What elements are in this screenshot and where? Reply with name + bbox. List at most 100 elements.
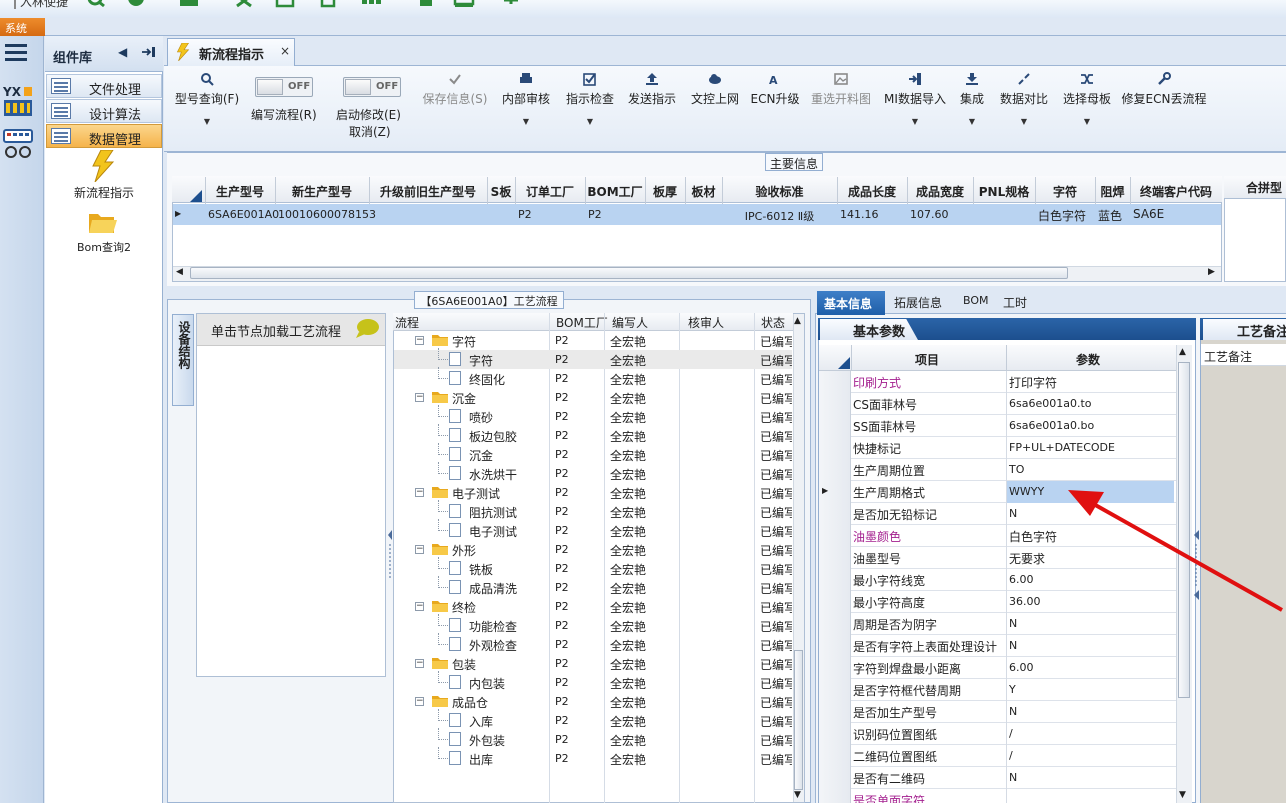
folder-icon — [432, 696, 448, 707]
col-4: 订单工厂 — [525, 185, 574, 199]
library-item-file[interactable]: 文件处理 — [46, 74, 162, 98]
param-row[interactable]: SS面菲林号 6sa6e001a0.bo — [819, 415, 1176, 437]
monitor-icon[interactable] — [453, 0, 475, 8]
new-flow-shortcut-label[interactable]: 新流程指示 — [45, 184, 163, 201]
tree-scrollbar-thumb[interactable] — [794, 650, 803, 790]
copy-icon[interactable] — [318, 0, 340, 8]
lock-icon[interactable] — [415, 0, 437, 8]
tree-line — [438, 416, 448, 417]
param-row[interactable]: 字符到焊盘最小距离 6.00 — [819, 657, 1176, 679]
splitter-handle[interactable] — [388, 530, 392, 580]
param-row[interactable]: 周期是否为阴字 N — [819, 613, 1176, 635]
chevron-down-icon[interactable]: ▼ — [1042, 117, 1132, 126]
param-value-cell[interactable] — [1006, 679, 1174, 701]
folder-icon — [432, 658, 448, 669]
param-value-cell[interactable] — [1006, 459, 1174, 481]
apps-icon[interactable] — [360, 0, 382, 8]
library-item-algorithm[interactable]: 设计算法 — [46, 99, 162, 123]
param-key: 是否有二维码 — [853, 772, 926, 786]
param-value-cell[interactable] — [1006, 613, 1174, 635]
param-value-cell[interactable] — [1006, 745, 1174, 767]
param-value-cell[interactable] — [1006, 635, 1174, 657]
folder-open-icon[interactable] — [88, 209, 118, 235]
param-row[interactable]: 是否加生产型号 N — [819, 701, 1176, 723]
param-row[interactable]: 印刷方式 打印字符 — [819, 371, 1176, 393]
flow-node-label: 板边包胶 — [469, 430, 518, 444]
collapse-icon[interactable]: − — [415, 336, 424, 345]
param-row[interactable]: 快捷标记 FP+UL+DATECODE — [819, 437, 1176, 459]
yx-app-icon[interactable]: YX — [2, 84, 34, 118]
param-value: Y — [1009, 683, 1016, 696]
col-2: 升级前旧生产型号 — [379, 185, 476, 199]
file-icon — [449, 352, 461, 366]
collapse-icon[interactable]: − — [415, 488, 424, 497]
lightning-icon[interactable] — [91, 150, 115, 182]
tab-bom[interactable]: BOM — [963, 294, 989, 307]
param-row[interactable]: 识别码位置图纸 / — [819, 723, 1176, 745]
scroll-down-icon[interactable]: ▼ — [1179, 790, 1186, 800]
param-key: 字符到焊盘最小距离 — [853, 662, 962, 676]
scroll-up-icon[interactable]: ▲ — [794, 316, 801, 326]
list-icon — [51, 128, 71, 144]
craft-notes-field[interactable]: 工艺备注 — [1201, 344, 1286, 366]
param-row[interactable]: 是否有二维码 N — [819, 767, 1176, 789]
collapse-icon[interactable]: − — [415, 393, 424, 402]
scroll-up-icon[interactable]: ▲ — [1179, 347, 1186, 357]
write-flow-toggle[interactable]: OFF — [255, 77, 313, 97]
type-query-button[interactable]: 型号查询(F) ▼ — [162, 72, 252, 126]
chevron-down-icon[interactable]: ▼ — [162, 117, 252, 126]
row-indicator — [819, 723, 851, 745]
param-row[interactable]: 是否有字符上表面处理设计 N — [819, 635, 1176, 657]
param-value: 6sa6e001a0.bo — [1009, 419, 1095, 432]
scroll-left-icon[interactable]: ◀ — [176, 267, 183, 277]
param-value-cell[interactable] — [1006, 789, 1174, 803]
param-key: 二维码位置图纸 — [853, 750, 938, 764]
param-row[interactable]: 是否字符框代替周期 Y — [819, 679, 1176, 701]
scroll-right-icon[interactable]: ▶ — [1208, 267, 1215, 277]
param-row[interactable]: 生产周期位置 TO — [819, 459, 1176, 481]
save-icon[interactable] — [274, 0, 296, 8]
flow-node-label: 外形 — [452, 544, 477, 558]
params-grid-header — [819, 345, 1176, 371]
param-value-cell[interactable] — [1006, 701, 1174, 723]
menu-icon[interactable] — [5, 44, 27, 62]
param-value-cell[interactable] — [1006, 767, 1174, 789]
close-icon[interactable]: × — [280, 44, 290, 58]
flow-node-label: 成品仓 — [452, 696, 489, 710]
collapse-icon[interactable]: − — [415, 659, 424, 668]
start-modify-toggle[interactable]: OFF — [343, 77, 401, 97]
fix-ecn-flow-button[interactable]: 修复ECN丢流程 — [1119, 72, 1209, 107]
tab-new-flow[interactable]: 新流程指示 × — [167, 38, 295, 66]
collapse-icon[interactable]: − — [415, 602, 424, 611]
param-row[interactable]: 二维码位置图纸 / — [819, 745, 1176, 767]
param-value-cell[interactable] — [1006, 723, 1174, 745]
user-icon[interactable] — [125, 0, 147, 8]
row-indicator — [819, 701, 851, 723]
cut-icon[interactable] — [233, 0, 255, 8]
tab-equipment-structure[interactable]: 设备结构 — [172, 314, 194, 406]
system-tab[interactable]: 系统 — [0, 18, 45, 36]
quick-access-button[interactable]: 入林使捷 — [14, 0, 68, 10]
bom-query-shortcut-label[interactable]: Bom查询2 — [45, 239, 163, 255]
grid-icon[interactable] — [178, 0, 200, 8]
scroll-down-icon[interactable]: ▼ — [794, 790, 801, 800]
param-row[interactable]: CS面菲林号 6sa6e001a0.to — [819, 393, 1176, 415]
collapse-icon[interactable]: − — [415, 697, 424, 706]
tab-work-hours[interactable]: 工时 — [1003, 294, 1027, 311]
param-row[interactable]: 是否单面字符 — [819, 789, 1176, 803]
tab-basic-info[interactable]: 基本信息 — [817, 291, 885, 315]
collapse-arrow-icon[interactable]: ◀ — [118, 45, 127, 59]
tab-extended-info[interactable]: 拓展信息 — [894, 294, 942, 311]
chevron-down-icon[interactable]: ▼ — [545, 117, 635, 126]
search-icon[interactable] — [86, 0, 108, 8]
pin-icon[interactable] — [142, 46, 156, 58]
keyboard-icon[interactable] — [3, 128, 33, 160]
chat-bubble-icon[interactable] — [354, 318, 380, 338]
upload-icon[interactable] — [500, 0, 522, 8]
scrollbar-thumb[interactable] — [190, 267, 1068, 279]
file-icon — [449, 504, 461, 518]
start-modify-label: 启动修改(E) — [336, 108, 401, 122]
cancel-modify-button[interactable]: 取消(Z) — [349, 123, 391, 140]
collapse-icon[interactable]: − — [415, 545, 424, 554]
library-item-data[interactable]: 数据管理 — [46, 124, 162, 148]
